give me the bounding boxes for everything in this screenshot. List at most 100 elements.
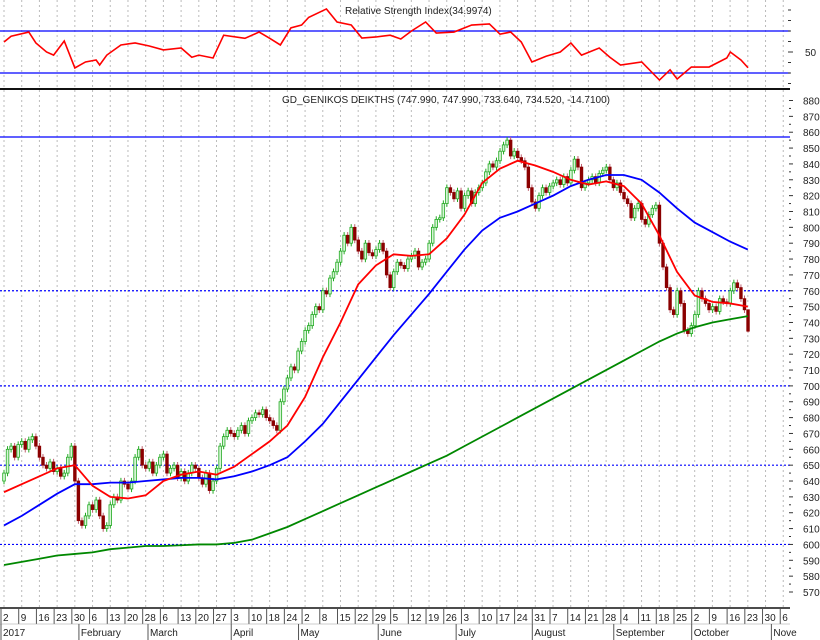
candle-up [466,190,470,197]
candle-up [445,187,449,204]
candle-down [44,464,49,469]
x-day-label: 10 [481,613,493,624]
x-day-label: 16 [38,613,50,624]
candle-down [629,203,633,219]
candle-up [406,258,410,269]
candle-down [388,274,392,288]
price-tick-label: 710 [803,366,820,377]
price-tick-label: 580 [803,572,820,583]
price-tick-label: 600 [803,540,820,551]
price-tick-label: 690 [803,398,820,409]
x-day-label: 19 [428,613,440,624]
candle-up [250,417,254,422]
x-day-label: 2 [694,613,700,624]
candle-down [742,298,747,311]
candle-up [314,306,318,315]
x-month-label: September [616,628,666,639]
candle-up [501,144,506,152]
x-day-label: 23 [747,613,759,624]
candle-up [363,242,368,260]
candle-down [37,445,42,458]
x-day-label: 4 [623,613,629,624]
candle-up [310,314,314,327]
price-tick-label: 880 [803,97,820,108]
candle-up [105,525,109,529]
candle-down [292,366,297,371]
x-day-label: 7 [552,613,558,624]
candle-down [399,261,403,266]
candle-down [526,166,531,189]
candle-down [452,192,456,200]
candle-down [448,187,453,193]
x-day-label: 24 [517,613,529,624]
x-day-label: 3 [233,613,239,624]
candle-down [679,290,683,304]
x-day-label: 13 [109,613,121,624]
candle-down [324,290,329,295]
candle-up [438,217,442,220]
x-day-label: 18 [658,613,670,624]
candle-up [551,182,555,187]
candle-up [253,412,258,419]
candle-up [441,203,446,219]
candle-down [530,187,534,203]
candle-up [597,173,601,184]
x-month-label: Nove [773,628,797,639]
x-day-label: 15 [339,613,351,624]
candle-down [721,298,725,303]
candle-up [427,242,431,260]
candle-up [62,472,66,477]
x-month-label: July [458,628,476,639]
price-tick-label: 770 [803,271,820,282]
candle-up [246,420,251,434]
x-day-label: 17 [499,613,511,624]
rsi-tick-label: 50 [805,48,817,59]
price-tick-label: 810 [803,207,820,218]
candle-down [232,433,236,438]
x-day-label: 8 [322,613,328,624]
candle-down [144,464,148,469]
price-tick-label: 820 [803,192,820,203]
candle-down [193,464,198,469]
candle-up [728,290,733,304]
candle-down [58,467,63,477]
candle-up [168,467,173,474]
x-month-label: August [534,628,565,639]
candle-down [643,219,647,225]
candle-up [338,250,343,263]
candle-down [126,483,130,490]
x-month-label: April [233,628,253,639]
candle-up [306,325,311,331]
candle-down [271,420,275,426]
candle-down [80,520,84,526]
candle-up [555,179,559,184]
candle-down [101,515,105,529]
candle-up [299,341,304,352]
candle-up [601,169,605,174]
candle-up [423,258,428,263]
price-tick-label: 850 [803,144,820,155]
candle-down [229,429,233,434]
candle-down [243,425,247,434]
x-day-label: 16 [729,613,741,624]
candle-up [236,429,240,438]
candle-up [147,461,151,469]
x-day-label: 21 [587,613,599,624]
candle-up [547,185,552,193]
price-tick-label: 830 [803,176,820,187]
candle-up [462,195,467,209]
price-tick-label: 740 [803,318,820,329]
candle-up [221,436,226,447]
candle-up [278,401,283,431]
candle-down [544,187,548,193]
x-day-label: 3 [463,613,469,624]
x-day-label: 10 [251,613,263,624]
candle-down [73,445,77,482]
price-tick-label: 720 [803,350,820,361]
candle-down [165,453,169,474]
price-tick-label: 650 [803,461,820,472]
x-day-label: 23 [56,613,68,624]
candle-up [48,461,52,469]
candle-up [654,204,658,209]
price-tick-label: 620 [803,509,820,520]
